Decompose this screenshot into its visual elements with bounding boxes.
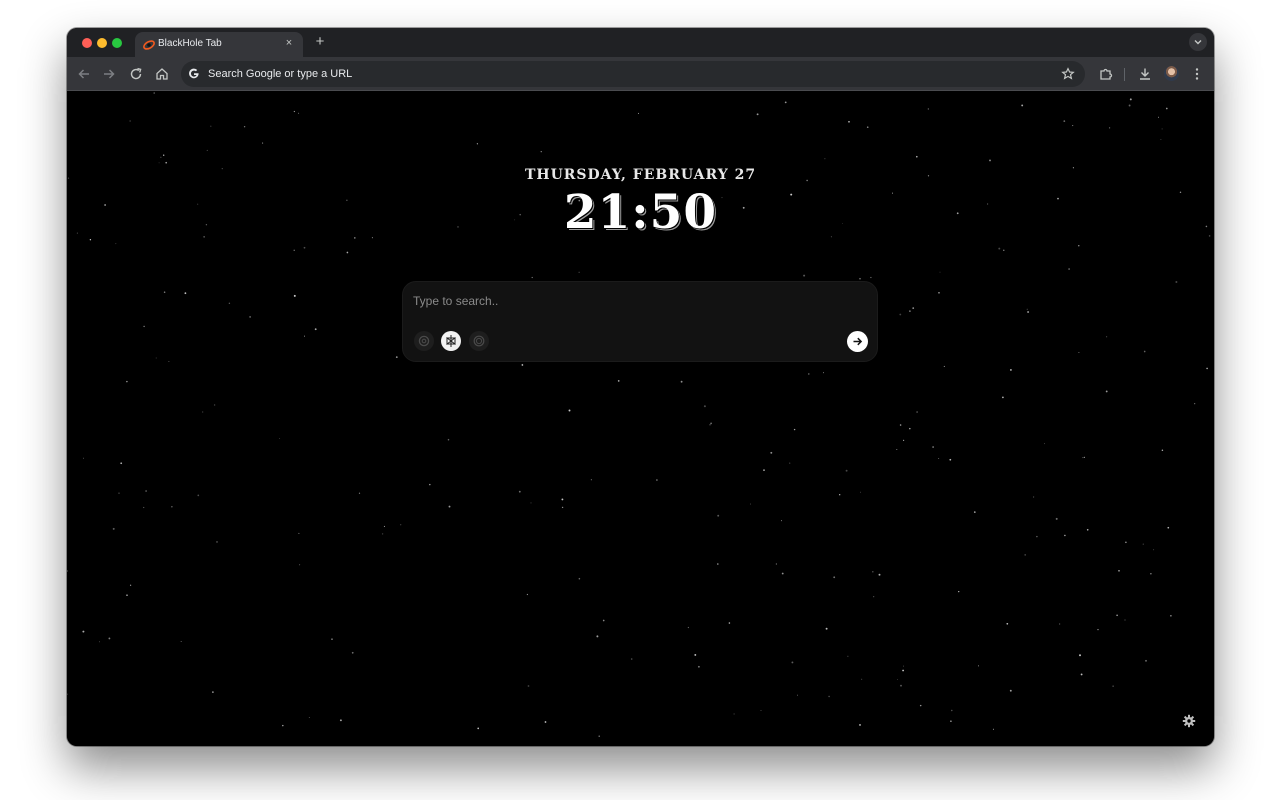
google-g-icon [189, 68, 199, 79]
minimize-window-button[interactable] [97, 38, 107, 48]
arrow-right-icon [853, 337, 863, 346]
engine-perplexity-icon [446, 335, 456, 347]
profile-avatar[interactable] [1164, 66, 1179, 81]
search-submit-button[interactable] [847, 331, 868, 352]
date-display: THURSDAY, FEBRUARY 27 [524, 167, 757, 183]
tab-title: BlackHole Tab [158, 38, 222, 49]
engine-gemini-button[interactable] [469, 331, 489, 351]
address-bar[interactable]: Search Google or type a URL [181, 61, 1085, 87]
engine-gemini-icon [473, 335, 485, 347]
engine-openai-button[interactable] [414, 331, 434, 351]
new-tab-page: THURSDAY, FEBRUARY 27 21:50 [67, 92, 1214, 746]
tab-strip: BlackHole Tab × + [67, 28, 1214, 57]
address-bar-text: Search Google or type a URL [208, 68, 353, 80]
close-window-button[interactable] [82, 38, 92, 48]
menu-icon[interactable] [1189, 66, 1205, 82]
engine-openai-icon [418, 335, 430, 347]
clock-display: 21:50 [563, 185, 718, 240]
engine-perplexity-button[interactable] [441, 331, 461, 351]
forward-icon[interactable] [101, 66, 117, 82]
back-icon[interactable] [76, 66, 92, 82]
search-input[interactable] [413, 291, 833, 311]
new-tab-button[interactable]: + [312, 34, 328, 50]
tab-close-icon[interactable]: × [283, 37, 295, 49]
blackhole-icon [143, 40, 155, 50]
home-icon[interactable] [154, 66, 170, 82]
chevron-down-icon [1194, 40, 1202, 45]
reload-icon[interactable] [128, 66, 144, 82]
tab-blackhole[interactable]: BlackHole Tab × [135, 32, 303, 57]
gear-icon[interactable] [1182, 714, 1196, 728]
tab-search-button[interactable] [1189, 33, 1207, 51]
extensions-icon[interactable] [1098, 66, 1114, 82]
zoom-window-button[interactable] [112, 38, 122, 48]
download-icon[interactable] [1137, 66, 1153, 82]
browser-toolbar: Search Google or type a URL [67, 57, 1214, 91]
search-box [402, 281, 878, 362]
bookmark-star-icon[interactable] [1061, 67, 1075, 81]
browser-window: BlackHole Tab × + Search Google or type … [67, 28, 1214, 746]
toolbar-separator [1124, 68, 1125, 81]
